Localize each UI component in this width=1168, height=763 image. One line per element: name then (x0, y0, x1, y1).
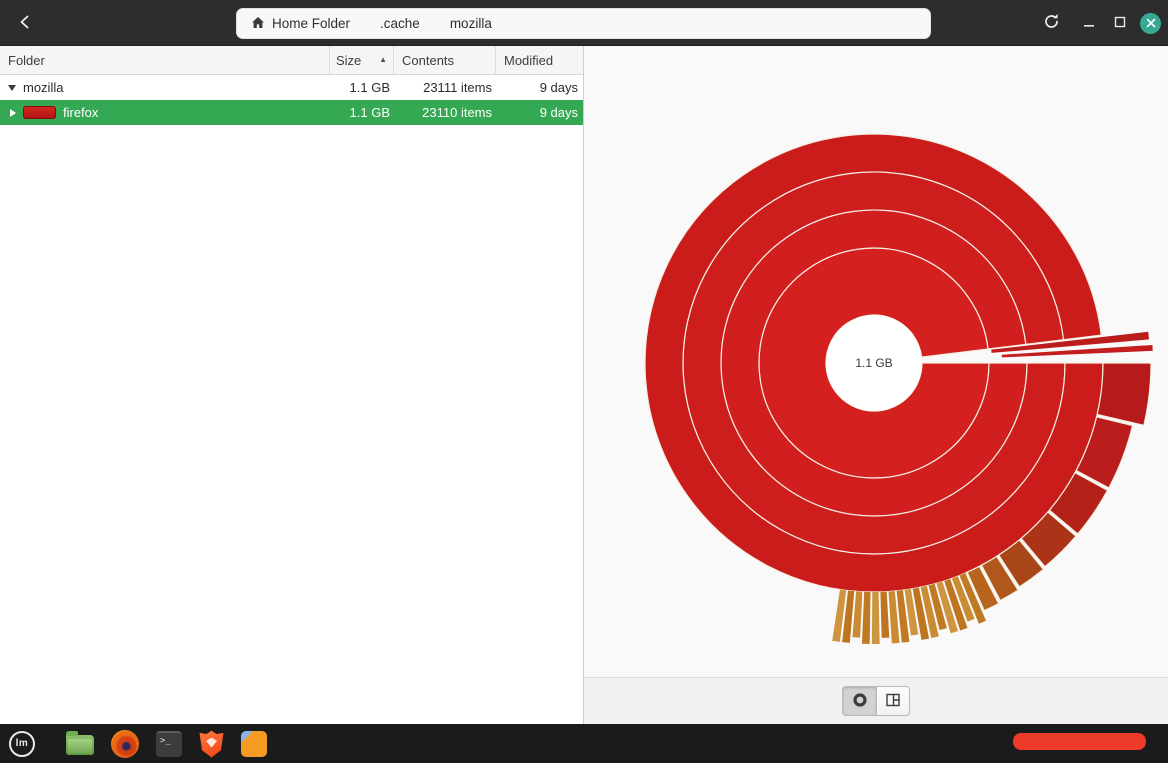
contents-cell: 23110 items (394, 105, 496, 120)
mint-menu-button[interactable]: lm (9, 731, 49, 757)
column-header-size[interactable]: Size ▲ (330, 46, 394, 74)
breadcrumb-home-folder[interactable]: Home Folder (251, 16, 350, 32)
chart-footer (584, 677, 1168, 724)
table-row-firefox[interactable]: firefox 1.1 GB 23110 items 9 days (0, 100, 583, 125)
breadcrumb-label: .cache (380, 16, 420, 31)
brave-icon (199, 730, 224, 758)
orange-app-icon (241, 731, 267, 757)
folder-name: firefox (63, 105, 98, 120)
files-folder-icon (66, 735, 94, 755)
reload-icon (1043, 13, 1060, 33)
column-label: Size (336, 53, 361, 68)
expander-expanded-icon[interactable] (8, 85, 16, 91)
taskbar-firefox-button[interactable] (111, 730, 139, 758)
rings-chart[interactable]: 1.1 GB (584, 46, 1168, 677)
table-row-mozilla[interactable]: mozilla 1.1 GB 23111 items 9 days (0, 75, 583, 100)
modified-cell: 9 days (496, 105, 583, 120)
column-header-contents[interactable]: Contents (394, 46, 496, 74)
column-header-folder[interactable]: Folder (0, 46, 330, 74)
back-chevron-icon (16, 13, 34, 34)
maximize-icon (1114, 16, 1126, 31)
rings-view-icon (852, 692, 868, 711)
folder-tree-panel: Folder Size ▲ Contents Modified mozilla … (0, 46, 584, 724)
back-button[interactable] (10, 8, 40, 38)
rings-chart-panel: 1.1 GB (584, 46, 1168, 724)
column-header-modified[interactable]: Modified (496, 46, 583, 74)
view-switch (842, 686, 910, 716)
home-icon (251, 16, 265, 32)
sort-ascending-icon: ▲ (379, 56, 387, 64)
column-label: Contents (402, 53, 454, 68)
folder-cell: firefox (0, 105, 330, 120)
taskbar-app-button[interactable] (241, 731, 267, 757)
breadcrumb-label: Home Folder (272, 16, 350, 31)
breadcrumb-label: mozilla (450, 16, 492, 31)
usage-bar-icon (23, 106, 56, 119)
folder-name: mozilla (23, 80, 63, 95)
close-button[interactable] (1140, 13, 1161, 34)
breadcrumb-cache[interactable]: .cache (380, 16, 420, 31)
minimize-icon (1083, 16, 1095, 31)
column-label: Modified (504, 53, 553, 68)
taskbar-brave-button[interactable] (199, 730, 224, 758)
treemap-view-icon (885, 692, 901, 711)
taskbar-files-button[interactable] (66, 732, 94, 755)
table-header-row: Folder Size ▲ Contents Modified (0, 46, 583, 75)
taskbar-terminal-button[interactable] (156, 731, 182, 757)
rings-view-button[interactable] (842, 686, 876, 716)
contents-cell: 23111 items (394, 80, 496, 95)
firefox-icon (111, 730, 139, 758)
close-icon (1146, 16, 1156, 31)
breadcrumb-mozilla[interactable]: mozilla (450, 16, 492, 31)
rescan-button[interactable] (1036, 8, 1066, 38)
main-content: Folder Size ▲ Contents Modified mozilla … (0, 46, 1168, 724)
titlebar: Home Folder .cache mozilla (0, 0, 1168, 46)
expander-collapsed-icon[interactable] (10, 109, 16, 117)
breadcrumb: Home Folder .cache mozilla (236, 8, 931, 39)
folder-cell: mozilla (0, 80, 330, 95)
column-label: Folder (8, 53, 45, 68)
size-cell: 1.1 GB (330, 105, 394, 120)
taskbar: lm (0, 724, 1168, 763)
minimize-button[interactable] (1078, 12, 1100, 34)
notification-fragment[interactable] (1013, 733, 1146, 750)
modified-cell: 9 days (496, 80, 583, 95)
screen: { "titlebar": { "breadcrumbs": [ { "labe… (0, 0, 1168, 763)
treemap-view-button[interactable] (876, 686, 910, 716)
window-controls (1078, 0, 1161, 46)
rings-chart-svg[interactable] (584, 46, 1168, 677)
maximize-button[interactable] (1109, 12, 1131, 34)
size-cell: 1.1 GB (330, 80, 394, 95)
mint-menu-icon: lm (9, 731, 35, 757)
terminal-icon (156, 731, 182, 757)
